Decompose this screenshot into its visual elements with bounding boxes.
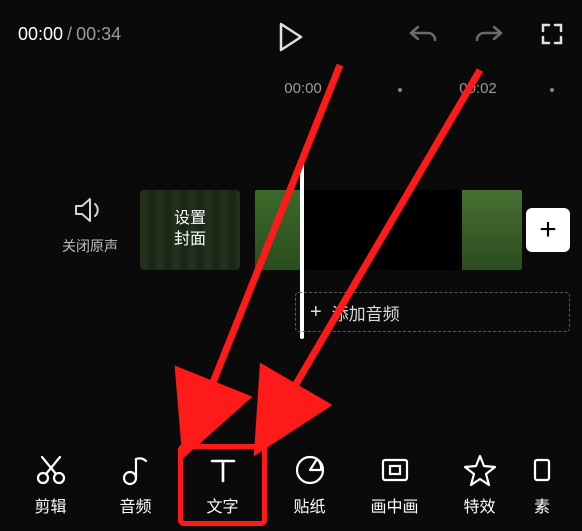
play-icon[interactable] [278, 22, 304, 52]
top-bar: 00:00 / 00:34 [0, 0, 582, 68]
clip-thumb [462, 190, 522, 270]
clip-strip-area: 关闭原声 设置 封面 + [0, 190, 582, 285]
bottom-tool-bar: 剪辑 音频 文字 贴纸 画中画 [0, 439, 582, 531]
add-audio-row[interactable]: + 添加音频 [295, 292, 570, 332]
ruler-tick-1: 00:02 [459, 80, 497, 97]
tool-label: 画中画 [370, 493, 418, 517]
clip-thumb [255, 190, 303, 270]
tool-label: 贴纸 [293, 493, 325, 517]
text-icon [206, 453, 240, 487]
time-readout: 00:00 / 00:34 [18, 24, 121, 45]
tool-label: 文字 [206, 493, 238, 517]
plus-icon: + [310, 301, 322, 324]
tool-label: 素 [534, 493, 550, 517]
pip-icon [378, 453, 412, 487]
tool-label: 音频 [119, 493, 151, 517]
material-icon [532, 453, 552, 487]
video-clip-strip[interactable] [255, 190, 522, 270]
total-time: 00:34 [76, 24, 121, 45]
clip-thumb [303, 190, 462, 270]
set-cover-tile[interactable]: 设置 封面 [140, 190, 240, 270]
tool-sticker[interactable]: 贴纸 [267, 453, 352, 517]
music-note-icon [119, 453, 153, 487]
tool-edit[interactable]: 剪辑 [8, 453, 93, 517]
tool-pip[interactable]: 画中画 [352, 453, 437, 517]
tool-audio[interactable]: 音频 [93, 453, 178, 517]
tool-text[interactable]: 文字 [178, 444, 267, 526]
tool-label: 剪辑 [34, 493, 66, 517]
top-right-controls [408, 22, 564, 46]
ruler-dot [550, 88, 554, 92]
add-audio-label: 添加音频 [332, 300, 400, 325]
undo-icon[interactable] [408, 23, 438, 45]
cover-label: 设置 封面 [174, 209, 206, 251]
fullscreen-icon[interactable] [540, 22, 564, 46]
redo-icon[interactable] [474, 23, 504, 45]
video-editor-screen: 00:00 / 00:34 00:00 00:02 [0, 0, 582, 531]
ruler-tick-0: 00:00 [284, 80, 322, 97]
timeline-ruler[interactable]: 00:00 00:02 [0, 78, 582, 106]
ruler-dot [398, 88, 402, 92]
mute-original-sound[interactable]: 关闭原声 [62, 195, 118, 256]
speaker-icon [73, 195, 107, 225]
tool-fx[interactable]: 特效 [437, 453, 522, 517]
tool-label: 特效 [463, 493, 495, 517]
plus-icon: + [539, 213, 557, 247]
tool-material[interactable]: 素 [522, 453, 562, 517]
time-separator: / [67, 24, 72, 45]
play-controls [278, 22, 304, 52]
star-icon [463, 453, 497, 487]
current-time: 00:00 [18, 24, 63, 45]
sticker-icon [293, 453, 327, 487]
add-clip-button[interactable]: + [526, 208, 570, 252]
scissors-icon [34, 453, 68, 487]
mute-label: 关闭原声 [62, 236, 118, 256]
